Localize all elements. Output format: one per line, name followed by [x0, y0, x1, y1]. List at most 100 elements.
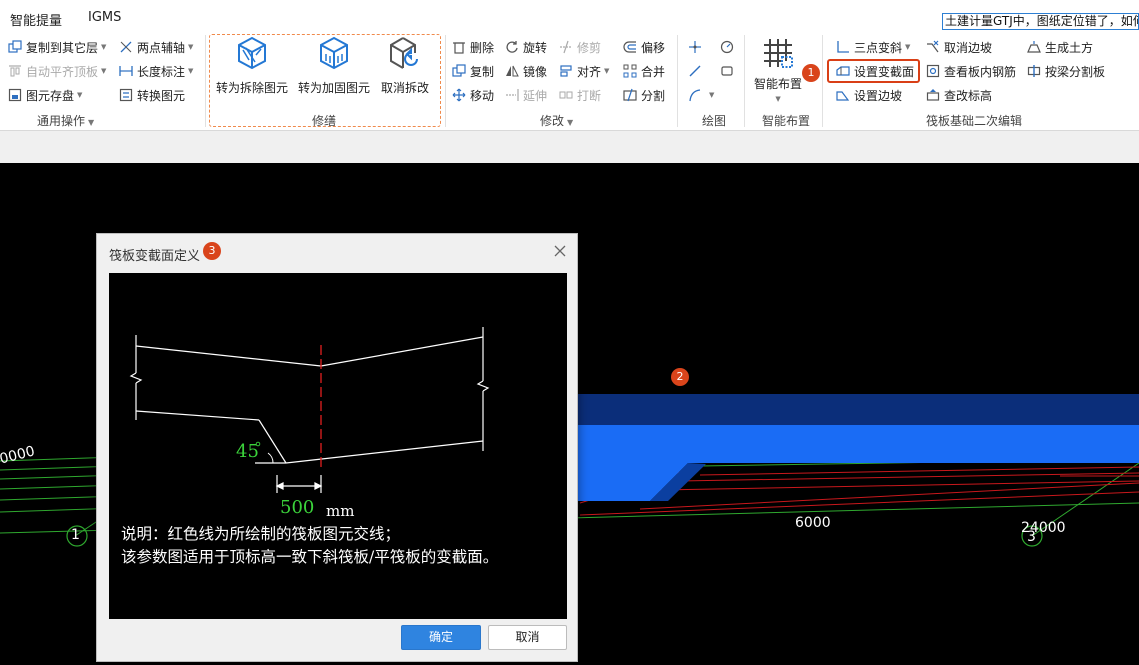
copy-to-other-floor-button[interactable]: 复制到其它层 ▼: [8, 37, 106, 57]
draw-line-button[interactable]: [688, 61, 706, 81]
group-separator: [822, 35, 823, 127]
convert-to-demolition-button[interactable]: 转为拆除图元: [216, 35, 288, 96]
merge-button[interactable]: 合并: [623, 61, 665, 81]
trash-icon: [452, 40, 466, 54]
smart-layout-button[interactable]: 智能布置 ▼: [754, 35, 802, 103]
draw-arc-button[interactable]: ▼: [688, 85, 714, 105]
three-point-slope-icon: [836, 40, 850, 54]
cancel-button[interactable]: 取消: [488, 625, 567, 650]
group-separator: [744, 35, 745, 127]
auto-align-top-button[interactable]: 自动平齐顶板 ▼: [8, 61, 106, 81]
move-button[interactable]: 移动: [452, 85, 494, 105]
align-button[interactable]: 对齐 ▼: [559, 61, 609, 81]
length-dimension-icon: [119, 64, 133, 78]
extend-button[interactable]: 延伸: [505, 85, 547, 105]
menu-smart-quantity[interactable]: 智能提量: [10, 10, 62, 29]
draw-rectangle-button[interactable]: [720, 61, 738, 81]
dimension-value: 500: [280, 497, 315, 518]
group-label-modify[interactable]: 修改 ▼: [540, 112, 573, 129]
group-separator: [205, 35, 206, 127]
edit-elevation-button[interactable]: 查改标高: [926, 85, 992, 105]
slab-outline: [129, 327, 490, 493]
slab-rebar-icon: [926, 64, 940, 78]
variable-section-dialog: 筏板变截面定义 3 45 500 mm 说明：红色线为所绘制的筏板图元交线； 该…: [96, 233, 578, 662]
draw-point-button[interactable]: [688, 37, 706, 57]
demolition-cube-icon: [234, 35, 270, 71]
generate-earthwork-button[interactable]: 生成土方: [1027, 37, 1093, 57]
note-line-2: 该参数图适用于顶标高一致下斜筏板/平筏板的变截面。: [121, 548, 499, 566]
save-element-icon: [8, 88, 22, 102]
rotate-button[interactable]: 旋转: [505, 37, 547, 57]
cancel-slope-icon: [926, 40, 940, 54]
trim-button[interactable]: 修剪: [559, 37, 601, 57]
crosshair-point-icon: [688, 40, 702, 54]
align-top-icon: [8, 64, 22, 78]
axis-number-1: 1: [71, 527, 80, 543]
ribbon-toolbar: 复制到其它层 ▼ 自动平齐顶板 ▼ 图元存盘 ▼ 两点辅轴 ▼ 长度标注 ▼ 转换图元 通…: [0, 31, 1139, 131]
save-element-button[interactable]: 图元存盘 ▼: [8, 85, 82, 105]
length-dimension-button[interactable]: 长度标注 ▼: [119, 61, 193, 81]
menu-igms[interactable]: IGMS: [88, 10, 121, 25]
move-icon: [452, 88, 466, 102]
search-tip-box[interactable]: 土建计量GTJ中，图纸定位错了，如何: [942, 13, 1139, 30]
group-separator: [445, 35, 446, 127]
close-icon[interactable]: [553, 244, 567, 258]
convert-element-button[interactable]: 转换图元: [119, 85, 185, 105]
dimension-unit: mm: [326, 502, 355, 520]
break-button[interactable]: 打断: [559, 85, 601, 105]
cancel-renovation-button[interactable]: 取消拆改: [381, 35, 429, 96]
cancel-slope-button[interactable]: 取消边坡: [926, 37, 992, 57]
circle-gauge-icon: [720, 40, 734, 54]
draw-circle-button[interactable]: [720, 37, 738, 57]
align-icon: [559, 64, 573, 78]
section-diagram-svg: [129, 327, 490, 493]
group-separator: [677, 35, 678, 127]
extend-icon: [505, 88, 519, 102]
earthwork-icon: [1027, 40, 1041, 54]
three-point-slope-button[interactable]: 三点变斜 ▼: [836, 37, 910, 57]
arc-icon: [688, 88, 702, 102]
copy-floor-icon: [8, 40, 22, 54]
mirror-icon: [505, 64, 519, 78]
split-icon: [623, 88, 637, 102]
axis-dimension-6000: 6000: [795, 515, 831, 531]
delete-button[interactable]: 删除: [452, 37, 494, 57]
set-slope-button[interactable]: 设置边坡: [836, 85, 902, 105]
dialog-title: 筏板变截面定义: [109, 249, 201, 264]
raft-slab-top-face: [578, 394, 1139, 425]
smart-layout-grid-icon: [760, 35, 796, 71]
axis-number-3: 3: [1027, 529, 1036, 545]
convert-element-icon: [119, 88, 133, 102]
elevation-icon: [926, 88, 940, 102]
section-parameter-diagram: 45 500 mm 说明：红色线为所绘制的筏板图元交线； 该参数图适用于顶标高一…: [109, 273, 567, 619]
mirror-button[interactable]: 镜像: [505, 61, 547, 81]
group-label-smart-layout: 智能布置: [762, 114, 811, 128]
split-slab-by-beam-button[interactable]: 按梁分割板: [1027, 61, 1105, 81]
group-label-draw: 绘图: [702, 114, 727, 128]
split-by-beam-icon: [1027, 64, 1041, 78]
copy-icon: [452, 64, 466, 78]
set-slope-icon: [836, 88, 850, 102]
confirm-button[interactable]: 确定: [401, 625, 481, 650]
offset-button[interactable]: 偏移: [623, 37, 665, 57]
menu-bar: 智能提量 IGMS 土建计量GTJ中，图纸定位错了，如何: [0, 0, 1139, 31]
group-label-renovation: 修缮: [312, 114, 337, 128]
offset-icon: [623, 40, 637, 54]
rotate-icon: [505, 40, 519, 54]
variable-section-highlight: [827, 59, 920, 83]
two-point-axis-button[interactable]: 两点辅轴 ▼: [119, 37, 193, 57]
group-label-general[interactable]: 通用操作 ▼: [37, 112, 94, 129]
two-point-axis-icon: [119, 40, 133, 54]
convert-to-reinforce-button[interactable]: 转为加固图元: [298, 35, 370, 96]
note-line-1: 说明：红色线为所绘制的筏板图元交线；: [121, 525, 401, 543]
copy-button[interactable]: 复制: [452, 61, 494, 81]
view-slab-rebar-button[interactable]: 查看板内钢筋: [926, 61, 1016, 81]
smart-layout-dropdown-icon: ▼: [775, 95, 781, 103]
split-button[interactable]: 分割: [623, 85, 665, 105]
reinforce-cube-icon: [316, 35, 352, 71]
break-icon: [559, 88, 573, 102]
step-badge-1: 1: [802, 64, 820, 82]
group-label-raft-edit: 筏板基础二次编辑: [926, 114, 1023, 128]
step-badge-2: 2: [671, 368, 689, 386]
trim-icon: [559, 40, 573, 54]
